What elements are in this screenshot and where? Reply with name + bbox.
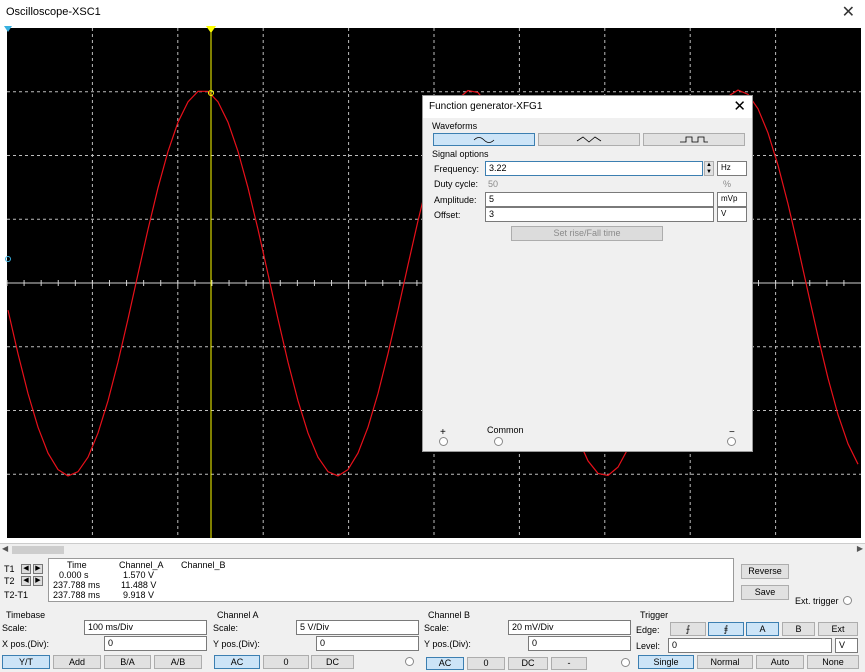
mode-ab-button[interactable]: A/B bbox=[154, 655, 202, 669]
channel-a-title: Channel A bbox=[217, 610, 259, 620]
channel-a-zero-button[interactable]: 0 bbox=[263, 655, 309, 669]
signal-options-label: Signal options bbox=[432, 149, 489, 159]
t2-right-arrow-icon[interactable]: ▶ bbox=[33, 576, 43, 586]
close-icon[interactable]: ✕ bbox=[842, 2, 855, 22]
cursor-row-labels: T1 ◀ ▶ T2 ◀ ▶ T2-T1 bbox=[0, 558, 48, 602]
channel-b-ac-button[interactable]: AC bbox=[426, 657, 464, 670]
trigger-single-button[interactable]: Single bbox=[638, 655, 694, 669]
common-terminal-label: Common bbox=[487, 425, 524, 435]
title-bar: Oscilloscope-XSC1 ✕ bbox=[0, 0, 865, 24]
header-channel-b: Channel_B bbox=[181, 560, 226, 570]
trigger-level-unit[interactable]: V bbox=[835, 638, 858, 653]
trigger-title: Trigger bbox=[640, 610, 669, 620]
t2-time: 237.788 ms bbox=[53, 580, 101, 590]
t2t1-time: 237.788 ms bbox=[53, 590, 101, 600]
timebase-title: Timebase bbox=[6, 610, 46, 620]
channel-b-zero-button[interactable]: 0 bbox=[467, 657, 505, 670]
mode-yt-button[interactable]: Y/T bbox=[2, 655, 50, 669]
horizontal-scrollbar[interactable]: ◀ ▶ bbox=[0, 543, 865, 556]
frequency-spinner-icon[interactable]: ▲ ▼ bbox=[704, 161, 714, 176]
falling-edge-icon[interactable]: ⨎ bbox=[708, 622, 744, 636]
channel-b-ypos-field[interactable]: 0 bbox=[528, 636, 631, 651]
trigger-level-field[interactable]: 0 bbox=[668, 638, 832, 653]
channel-b-scale-label: Scale: bbox=[424, 623, 450, 633]
t1-left-arrow-icon[interactable]: ◀ bbox=[21, 564, 31, 574]
rising-edge-icon[interactable]: ⨍ bbox=[670, 622, 706, 636]
trigger-normal-button[interactable]: Normal bbox=[697, 655, 753, 669]
header-channel-a: Channel_A bbox=[119, 560, 164, 570]
ext-trigger-terminal[interactable] bbox=[843, 596, 852, 605]
channel-b-title: Channel B bbox=[428, 610, 471, 620]
header-time: Time bbox=[67, 560, 87, 570]
sine-wave-icon[interactable] bbox=[433, 133, 535, 146]
trigger-source-ext-button[interactable]: Ext bbox=[818, 622, 858, 636]
square-wave-icon[interactable] bbox=[643, 133, 745, 146]
channel-b-terminal[interactable] bbox=[621, 658, 630, 667]
channel-b-minus-button[interactable]: - bbox=[551, 657, 587, 670]
channel-a-ypos-field[interactable]: 0 bbox=[316, 636, 419, 651]
trigger-source-a-button[interactable]: A bbox=[746, 622, 779, 636]
set-rise-fall-time-button[interactable]: Set rise/Fall time bbox=[511, 226, 663, 241]
function-generator-close-icon[interactable]: ✕ bbox=[733, 97, 746, 115]
function-generator-title-bar[interactable]: Function generator-XFG1 ✕ bbox=[423, 96, 752, 118]
reverse-button[interactable]: Reverse bbox=[741, 564, 789, 579]
waveforms-label: Waveforms bbox=[432, 121, 478, 131]
offset-unit[interactable]: V bbox=[717, 207, 747, 222]
ext-trigger-label: Ext. trigger bbox=[795, 596, 839, 606]
channel-a-scale-field[interactable]: 5 V/Div bbox=[296, 620, 419, 635]
channel-b-dc-button[interactable]: DC bbox=[508, 657, 548, 670]
t1-channel-a: 1.570 V bbox=[123, 570, 155, 580]
amplitude-field[interactable]: 5 bbox=[485, 192, 714, 207]
channel-b-ypos-label: Y pos.(Div): bbox=[424, 639, 471, 649]
duty-cycle-unit: % bbox=[723, 179, 732, 189]
amplitude-unit[interactable]: mVp bbox=[717, 192, 747, 207]
channel-a-scale-label: Scale: bbox=[213, 623, 239, 633]
row-label-t2: T2 bbox=[4, 576, 15, 586]
cursor-readout-table: Time Channel_A Channel_B 0.000 s 1.570 V… bbox=[48, 558, 734, 602]
window-title: Oscilloscope-XSC1 bbox=[6, 6, 101, 18]
frequency-label: Frequency: bbox=[434, 164, 480, 174]
negative-terminal[interactable] bbox=[727, 437, 736, 446]
trigger-none-button[interactable]: None bbox=[807, 655, 859, 669]
row-label-t1: T1 bbox=[4, 564, 15, 574]
function-generator-title: Function generator-XFG1 bbox=[429, 101, 543, 112]
channel-b-scale-field[interactable]: 20 mV/Div bbox=[508, 620, 631, 635]
duty-cycle-label: Duty cycle: bbox=[434, 179, 479, 189]
positive-terminal[interactable] bbox=[439, 437, 448, 446]
trigger-source-b-button[interactable]: B bbox=[782, 622, 815, 636]
trigger-level-label: Level: bbox=[636, 641, 661, 651]
scroll-right-icon[interactable]: ▶ bbox=[857, 544, 863, 553]
t2-left-arrow-icon[interactable]: ◀ bbox=[21, 576, 31, 586]
t2t1-channel-a: 9.918 V bbox=[123, 590, 155, 600]
amplitude-label: Amplitude: bbox=[434, 195, 477, 205]
channel-a-dc-button[interactable]: DC bbox=[311, 655, 354, 669]
frequency-unit[interactable]: Hz bbox=[717, 161, 747, 176]
duty-cycle-field: 50 bbox=[488, 179, 499, 189]
common-terminal[interactable] bbox=[494, 437, 503, 446]
save-button[interactable]: Save bbox=[741, 585, 789, 600]
timebase-scale-field[interactable]: 100 ms/Div bbox=[84, 620, 207, 635]
mode-ba-button[interactable]: B/A bbox=[104, 655, 151, 669]
scrollbar-thumb[interactable] bbox=[12, 546, 64, 554]
channel-a-terminal[interactable] bbox=[405, 657, 414, 666]
scroll-left-icon[interactable]: ◀ bbox=[2, 544, 8, 553]
offset-field[interactable]: 3 bbox=[485, 207, 714, 222]
trigger-edge-label: Edge: bbox=[636, 625, 660, 635]
channel-a-ypos-label: Y pos.(Div): bbox=[213, 639, 260, 649]
timebase-xpos-field[interactable]: 0 bbox=[104, 636, 207, 651]
offset-label: Offset: bbox=[434, 210, 461, 220]
function-generator-window[interactable]: Function generator-XFG1 ✕ Waveforms Sign… bbox=[422, 95, 753, 452]
triangle-wave-icon[interactable] bbox=[538, 133, 640, 146]
row-label-t2-t1: T2-T1 bbox=[4, 590, 29, 600]
channel-a-ac-button[interactable]: AC bbox=[214, 655, 260, 669]
t1-right-arrow-icon[interactable]: ▶ bbox=[33, 564, 43, 574]
timebase-xpos-label: X pos.(Div): bbox=[2, 639, 50, 649]
mode-add-button[interactable]: Add bbox=[53, 655, 101, 669]
frequency-field[interactable]: 3.22 bbox=[485, 161, 703, 176]
timebase-scale-label: Scale: bbox=[2, 623, 28, 633]
t2-channel-a: 11.488 V bbox=[121, 580, 157, 590]
trigger-auto-button[interactable]: Auto bbox=[756, 655, 804, 669]
t1-time: 0.000 s bbox=[59, 570, 89, 580]
